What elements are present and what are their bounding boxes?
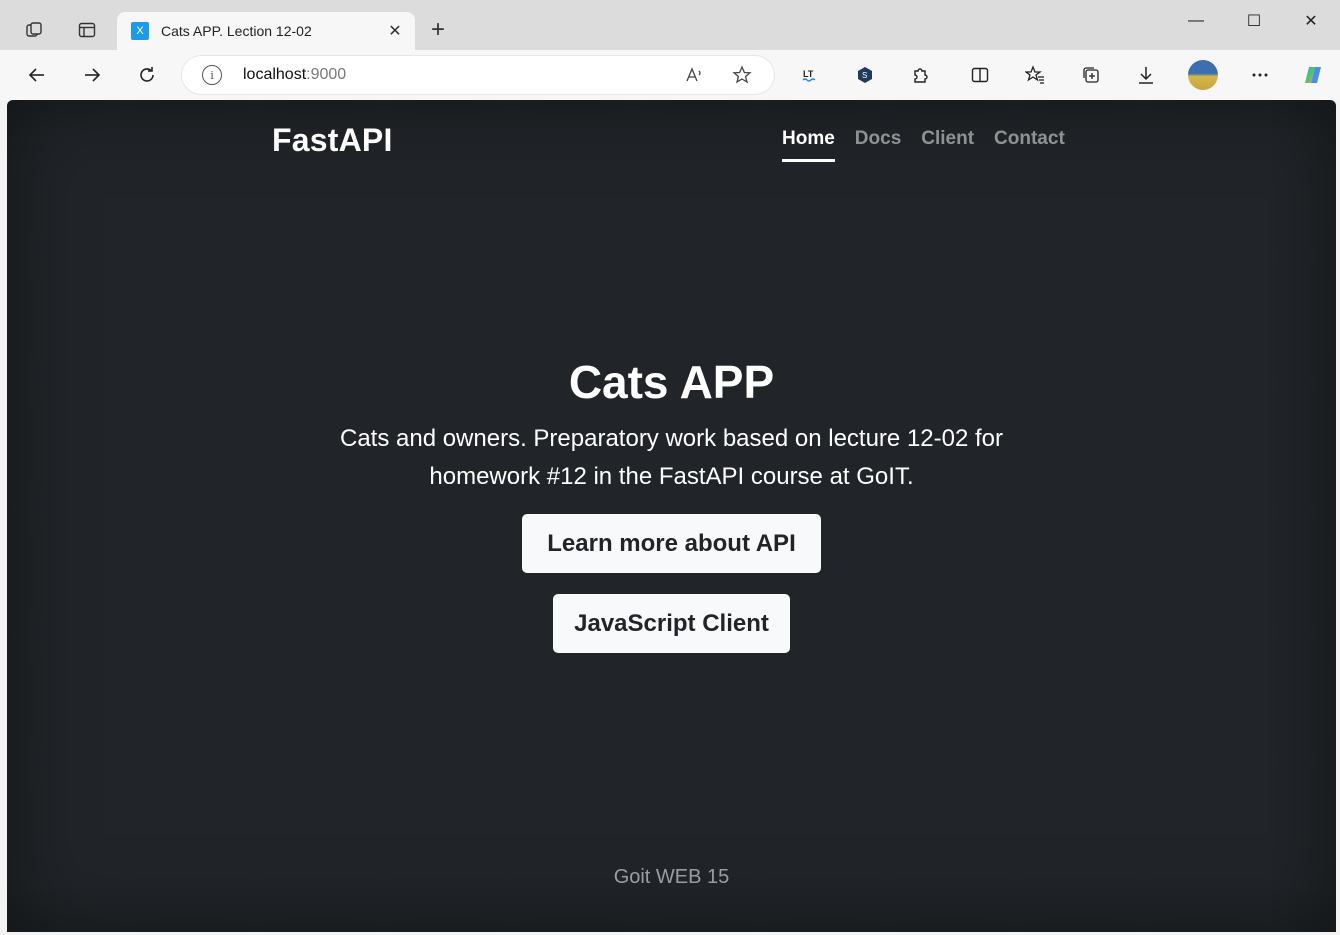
hero-lead-line-2: homework #12 in the FastAPI course at Go… bbox=[429, 463, 914, 490]
tab-strip: X Cats APP. Lection 12-02 ✕ + — ☐ ✕ bbox=[0, 0, 1340, 50]
tab-actions-icon[interactable] bbox=[69, 12, 105, 48]
refresh-icon[interactable] bbox=[130, 58, 164, 92]
copilot-icon[interactable] bbox=[1296, 58, 1330, 92]
address-host: localhost bbox=[243, 66, 307, 83]
close-window-icon[interactable]: ✕ bbox=[1288, 6, 1334, 36]
favorites-icon[interactable] bbox=[1018, 58, 1052, 92]
hero-lead-line-1: Cats and owners. Preparatory work based … bbox=[339, 425, 1003, 452]
tab-title: Cats APP. Lection 12-02 bbox=[161, 23, 312, 39]
tab-close-icon[interactable]: ✕ bbox=[381, 17, 409, 45]
more-menu-icon[interactable] bbox=[1243, 58, 1277, 92]
footer-text: Goit WEB 15 bbox=[613, 866, 730, 888]
extension-shield-icon[interactable]: S bbox=[848, 58, 882, 92]
new-tab-button[interactable]: + bbox=[424, 16, 452, 44]
learn-more-api-button[interactable]: Learn more about API bbox=[522, 514, 821, 573]
page-viewport: FastAPI Home Docs Client Contact Cats AP… bbox=[7, 100, 1336, 932]
split-screen-icon[interactable] bbox=[963, 58, 997, 92]
brand-logo[interactable]: FastAPI bbox=[272, 122, 393, 159]
nav-docs[interactable]: Docs bbox=[855, 128, 901, 162]
address-url[interactable]: localhost:9000 bbox=[243, 66, 346, 84]
read-aloud-icon[interactable] bbox=[682, 63, 706, 87]
collections-icon[interactable] bbox=[1074, 58, 1108, 92]
nav-client[interactable]: Client bbox=[921, 128, 974, 162]
svg-text:LT: LT bbox=[803, 69, 814, 79]
hero-lead: Cats and owners. Preparatory work based … bbox=[327, 420, 1016, 496]
tab-favicon-icon: X bbox=[131, 22, 149, 40]
address-bar[interactable]: i localhost:9000 bbox=[182, 56, 774, 94]
profile-avatar[interactable] bbox=[1188, 60, 1218, 90]
nav-contact[interactable]: Contact bbox=[994, 128, 1065, 162]
maximize-icon[interactable]: ☐ bbox=[1231, 6, 1277, 36]
languagetool-icon[interactable]: LT bbox=[793, 58, 827, 92]
address-port: :9000 bbox=[306, 66, 347, 83]
forward-icon[interactable] bbox=[75, 58, 109, 92]
hero-title: Cats APP bbox=[568, 356, 775, 408]
nav-home[interactable]: Home bbox=[782, 128, 835, 162]
site-info-icon[interactable]: i bbox=[202, 65, 222, 85]
downloads-icon[interactable] bbox=[1129, 58, 1163, 92]
browser-tab-active[interactable]: X Cats APP. Lection 12-02 ✕ bbox=[117, 12, 415, 50]
workspaces-icon[interactable] bbox=[16, 12, 52, 48]
svg-text:S: S bbox=[862, 71, 867, 80]
back-icon[interactable] bbox=[20, 58, 54, 92]
minimize-icon[interactable]: — bbox=[1173, 6, 1219, 36]
browser-toolbar: i localhost:9000 LT S bbox=[0, 50, 1340, 134]
javascript-client-button[interactable]: JavaScript Client bbox=[553, 594, 790, 653]
main-nav: Home Docs Client Contact bbox=[782, 128, 1085, 162]
favorite-star-icon[interactable] bbox=[730, 63, 754, 87]
extensions-icon[interactable] bbox=[903, 58, 937, 92]
